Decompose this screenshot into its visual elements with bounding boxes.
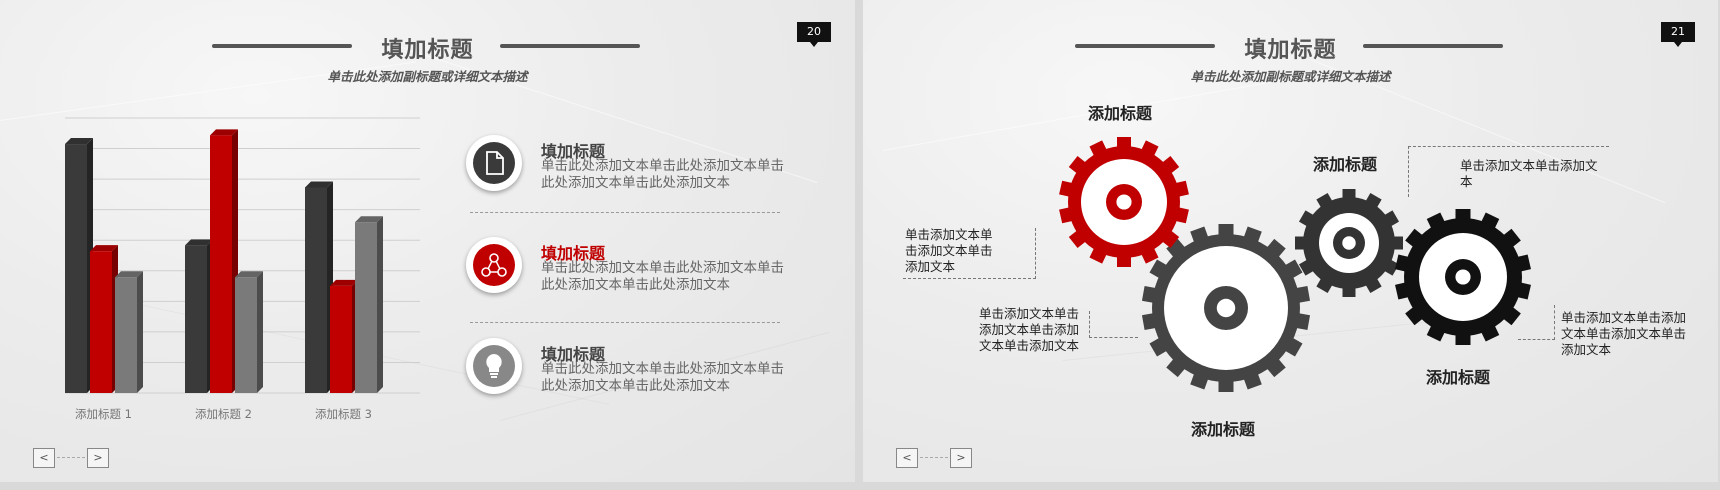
- bar-side: [257, 271, 263, 393]
- divider: [470, 212, 780, 213]
- bar: [65, 144, 87, 393]
- gear-text-right-bottom: 单击添加文本单击添加文本单击添加文本单击添加文本: [1561, 310, 1687, 357]
- slide-title: 填加标题: [381, 38, 474, 63]
- list-item[interactable]: 填加标题 单击此处添加文本单击此处添加文本单击此处添加文本单击此处添加文本: [466, 338, 786, 418]
- gear-title-black: 添加标题: [1426, 368, 1491, 387]
- leader-line: [1089, 311, 1138, 338]
- next-button[interactable]: >: [950, 448, 972, 468]
- leader-line: [903, 228, 1036, 279]
- lightbulb-icon: [466, 338, 522, 394]
- gear-title-small: 添加标题: [1313, 155, 1378, 174]
- gear-title-large: 添加标题: [1191, 420, 1256, 439]
- gear-small: [1295, 189, 1403, 297]
- prev-button[interactable]: <: [896, 448, 918, 468]
- leader-line: [1518, 305, 1555, 340]
- leader-line: [1408, 146, 1609, 197]
- bar: [305, 187, 327, 393]
- bar: [330, 285, 352, 393]
- slide-21: 填加标题 单击此处添加副标题或详细文本描述 21 添加标题 添加标题 添加标题 …: [863, 0, 1718, 482]
- title-line-right: [500, 44, 640, 48]
- divider: [470, 322, 780, 323]
- gear-black: [1395, 209, 1531, 345]
- bar-side: [377, 216, 383, 393]
- category-label: 添加标题 3: [315, 407, 372, 421]
- list-item-text: 单击此处添加文本单击此处添加文本单击此处添加文本单击此处添加文本: [541, 158, 784, 191]
- bar-side: [137, 271, 143, 393]
- bar: [90, 251, 112, 393]
- nav-dots: [57, 457, 85, 458]
- bar: [115, 277, 137, 393]
- slide-20: 填加标题 单击此处添加副标题或详细文本描述 20 添加标题 1 添加标题 2 添加标…: [0, 0, 855, 482]
- bar: [185, 245, 207, 393]
- gear-title-red: 添加标题: [1088, 104, 1153, 123]
- category-label: 添加标题 1: [75, 407, 132, 421]
- page-number: 20: [797, 22, 831, 47]
- nav-dots: [920, 457, 948, 458]
- gear-text-left-bottom: 单击添加文本单击添加文本单击添加文本单击添加文本: [979, 306, 1080, 353]
- bar: [210, 135, 232, 394]
- bar: [235, 277, 257, 393]
- category-label: 添加标题 2: [195, 407, 252, 421]
- bar-chart: 添加标题 1 添加标题 2 添加标题 3: [65, 117, 420, 421]
- list-item[interactable]: 填加标题 单击此处添加文本单击此处添加文本单击此处添加文本单击此处添加文本: [466, 237, 786, 317]
- slide-subtitle: 单击此处添加副标题或详细文本描述: [327, 69, 528, 84]
- gear-large: [1141, 224, 1311, 392]
- title-bar: 填加标题: [0, 28, 855, 68]
- next-button[interactable]: >: [87, 448, 109, 468]
- network-icon: [466, 237, 522, 293]
- list-item-text: 单击此处添加文本单击此处添加文本单击此处添加文本单击此处添加文本: [541, 361, 784, 394]
- list-item[interactable]: 填加标题 单击此处添加文本单击此处添加文本单击此处添加文本单击此处添加文本: [466, 135, 786, 215]
- list-item-text: 单击此处添加文本单击此处添加文本单击此处添加文本单击此处添加文本: [541, 260, 784, 293]
- prev-button[interactable]: <: [33, 448, 55, 468]
- bar: [355, 222, 377, 393]
- document-icon: [466, 135, 522, 191]
